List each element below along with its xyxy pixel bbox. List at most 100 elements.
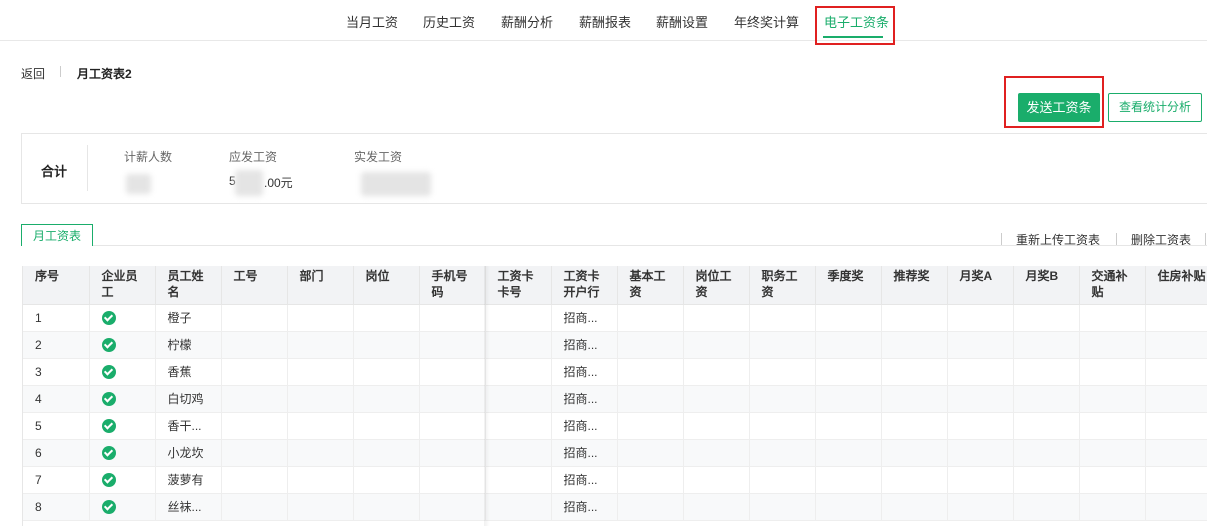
row-number-cell: 1 <box>23 304 90 332</box>
table-cell <box>1145 466 1207 494</box>
tab-salary-history[interactable]: 历史工资 <box>423 12 475 31</box>
table-cell <box>881 385 948 413</box>
table-cell <box>419 493 486 521</box>
table-cell <box>947 439 1014 467</box>
column-header: 月奖B <box>1013 266 1080 305</box>
table-cell <box>221 466 288 494</box>
table-cell <box>287 331 354 359</box>
table-cell <box>287 493 354 521</box>
table-cell <box>881 331 948 359</box>
table-cell <box>287 466 354 494</box>
table-cell <box>815 493 882 521</box>
table-cell <box>617 331 684 359</box>
summary-total-label: 合计 <box>41 164 68 179</box>
table-cell <box>353 304 420 332</box>
delete-sheet-link[interactable]: 删除工资表 <box>1131 231 1191 248</box>
tab-salary-settings[interactable]: 薪酬设置 <box>656 12 708 31</box>
tab-current-salary[interactable]: 当月工资 <box>346 12 398 31</box>
table-cell <box>485 331 552 359</box>
table-cell <box>485 358 552 386</box>
table-cell <box>287 439 354 467</box>
table-cell <box>485 385 552 413</box>
table-cell <box>1145 331 1207 359</box>
row-number-cell: 2 <box>23 331 90 359</box>
payable-value-redacted <box>235 170 263 196</box>
check-circle-icon <box>101 391 116 406</box>
table-cell <box>881 493 948 521</box>
table-cell <box>749 439 816 467</box>
table-row[interactable]: 4 白切鸡 招商... <box>23 385 1207 413</box>
column-header: 基本工资 <box>617 266 684 305</box>
bank-cell: 招商... <box>551 385 618 413</box>
table-cell <box>749 412 816 440</box>
check-circle-icon <box>101 310 116 325</box>
table-cell <box>947 412 1014 440</box>
column-header: 部门 <box>287 266 354 305</box>
actual-pay-label: 实发工资 <box>354 150 403 164</box>
employee-name-cell: 香干... <box>155 412 222 440</box>
table-cell <box>1013 385 1080 413</box>
tab-salary-reports[interactable]: 薪酬报表 <box>579 12 631 31</box>
table-cell <box>683 358 750 386</box>
table-cell <box>287 358 354 386</box>
table-cell <box>221 493 288 521</box>
employee-name-cell: 白切鸡 <box>155 385 222 413</box>
table-cell <box>287 412 354 440</box>
summary-card: 合计 计薪人数 应发工资 5 .00元 实发工资 <box>21 133 1207 204</box>
table-cell <box>881 439 948 467</box>
table-row[interactable]: 7 菠萝有 招商... <box>23 466 1207 494</box>
table-cell <box>419 358 486 386</box>
table-row[interactable]: 3 香蕉 招商... <box>23 358 1207 386</box>
table-row[interactable]: 5 香干... 招商... <box>23 412 1207 440</box>
employee-name-cell: 小龙坎 <box>155 439 222 467</box>
table-cell <box>815 304 882 332</box>
table-cell <box>815 331 882 359</box>
column-header: 手机号码 <box>419 266 486 305</box>
highlight-box-tab <box>815 6 895 45</box>
column-header: 季度奖 <box>815 266 882 305</box>
table-cell <box>485 493 552 521</box>
row-number-cell: 6 <box>23 439 90 467</box>
table-cell <box>485 466 552 494</box>
table-cell <box>749 466 816 494</box>
enterprise-employee-cell <box>89 493 156 521</box>
table-cell <box>1079 493 1146 521</box>
table-cell <box>815 466 882 494</box>
actual-pay-value-redacted <box>361 172 431 196</box>
table-cell <box>221 304 288 332</box>
table-cell <box>947 331 1014 359</box>
view-stats-button[interactable]: 查看统计分析 <box>1108 93 1202 122</box>
check-circle-icon <box>101 337 116 352</box>
table-row[interactable]: 8 丝袜... 招商... <box>23 493 1207 521</box>
table-cell <box>1013 304 1080 332</box>
table-row[interactable]: 6 小龙坎 招商... <box>23 439 1207 467</box>
table-row[interactable]: 1 橙子 招商... <box>23 304 1207 332</box>
table-row[interactable]: 2 柠檬 招商... <box>23 331 1207 359</box>
tab-salary-analysis[interactable]: 薪酬分析 <box>501 12 553 31</box>
tab-year-end-bonus[interactable]: 年终奖计算 <box>734 12 799 31</box>
table-cell <box>1145 304 1207 332</box>
table-cell <box>485 304 552 332</box>
table-cell <box>485 412 552 440</box>
summary-divider <box>87 145 88 191</box>
sheet-tab-monthly[interactable]: 月工资表 <box>21 224 93 246</box>
table-cell <box>947 385 1014 413</box>
table-cell <box>815 412 882 440</box>
row-number-cell: 8 <box>23 493 90 521</box>
payable-label: 应发工资 <box>229 150 278 164</box>
table-cell <box>419 412 486 440</box>
table-cell <box>947 466 1014 494</box>
back-link[interactable]: 返回 <box>21 65 45 82</box>
table-cell <box>353 385 420 413</box>
action-divider <box>1116 233 1117 245</box>
table-cell <box>749 493 816 521</box>
table-cell <box>617 439 684 467</box>
table-cell <box>419 439 486 467</box>
check-circle-icon <box>101 364 116 379</box>
check-circle-icon <box>101 445 116 460</box>
table-cell <box>881 304 948 332</box>
reupload-sheet-link[interactable]: 重新上传工资表 <box>1016 231 1100 248</box>
salary-table: 序号 企业员工 员工姓名 工号 部门 岗位 手机号码 工资卡卡号 工资卡开户行 … <box>22 266 1207 526</box>
enterprise-employee-cell <box>89 331 156 359</box>
table-cell <box>881 412 948 440</box>
